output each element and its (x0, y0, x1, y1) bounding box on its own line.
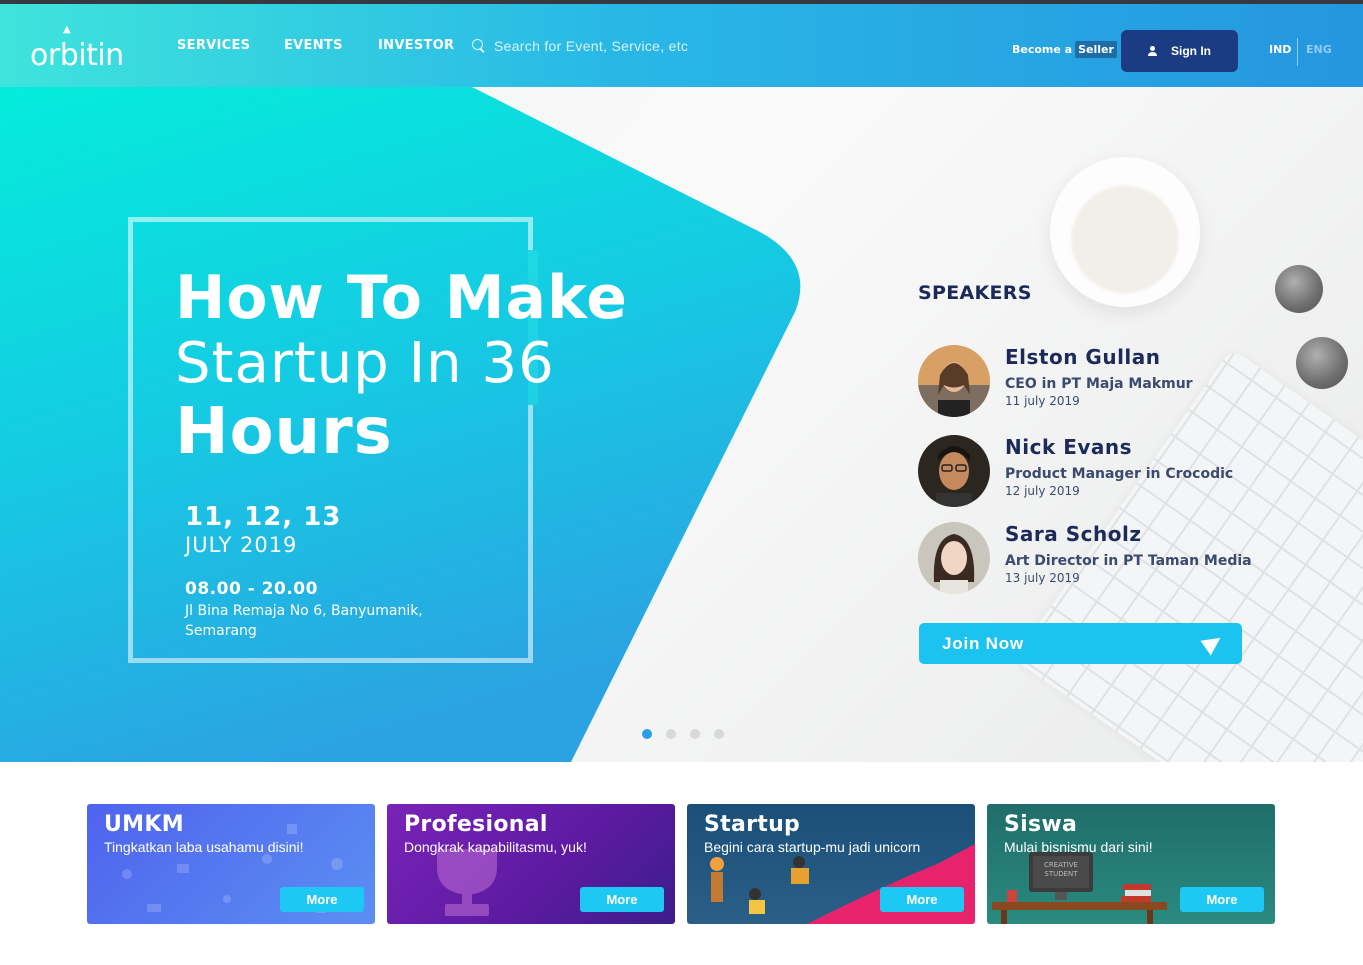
seller-badge: Seller (1075, 41, 1117, 58)
speaker-avatar (918, 345, 990, 417)
search-input[interactable] (494, 38, 834, 54)
card-title: UMKM (104, 812, 184, 837)
join-now-label: Join Now (942, 633, 1024, 653)
speaker-role: Product Manager in Crocodic (1005, 466, 1234, 482)
carousel-dot-4[interactable] (714, 729, 724, 739)
speakers-heading: SPEAKERS (918, 282, 1032, 304)
user-icon (1148, 46, 1157, 56)
hero-title-line3: Hours (175, 395, 393, 469)
speaker-date: 11 july 2019 (1005, 394, 1080, 408)
hero-title-line1: How To Make (175, 263, 629, 333)
become-label: Become a (1012, 43, 1073, 56)
carousel-dots (642, 729, 724, 739)
more-button[interactable]: More (580, 887, 664, 912)
card-subtitle: Begini cara startup-mu jadi unicorn (704, 839, 921, 855)
speaker-role: CEO in PT Maja Makmur (1005, 376, 1193, 392)
carousel-dot-1[interactable] (642, 729, 652, 739)
card-subtitle: Mulai bisnismu dari sini! (1004, 839, 1153, 855)
more-button[interactable]: More (1180, 887, 1264, 912)
more-button[interactable]: More (880, 887, 964, 912)
orbitin-logo[interactable]: ▲ orbitin (30, 24, 140, 73)
become-seller-link[interactable]: Become a Seller (1012, 41, 1117, 58)
lang-eng[interactable]: ENG (1306, 43, 1332, 56)
carousel-dot-2[interactable] (666, 729, 676, 739)
category-card-siswa[interactable]: CREATIVE STUDENT Siswa Mulai bisnismu da… (987, 804, 1275, 924)
sign-in-label: Sign In (1171, 44, 1211, 58)
card-subtitle: Dongkrak kapabilitasmu, yuk! (404, 839, 587, 855)
card-subtitle: Tingkatkan laba usahamu disini! (104, 839, 304, 855)
lang-divider (1297, 38, 1298, 66)
nav-services[interactable]: SERVICES (177, 38, 250, 53)
speaker-avatar (918, 522, 990, 594)
speaker-name: Elston Gullan (1005, 345, 1161, 369)
speaker-date: 13 july 2019 (1005, 571, 1080, 585)
site-header: ▲ orbitin SERVICES EVENTS INVESTOR Becom… (0, 4, 1363, 87)
sign-in-button[interactable]: Sign In (1121, 30, 1238, 72)
rocket-icon: ▲ (63, 24, 71, 35)
card-title: Profesional (404, 812, 548, 837)
more-button[interactable]: More (280, 887, 364, 912)
speaker-name: Nick Evans (1005, 435, 1133, 459)
category-card-startup[interactable]: Startup Begini cara startup-mu jadi unic… (687, 804, 975, 924)
carousel-dot-3[interactable] (690, 729, 700, 739)
event-dates: 11, 12, 13 (185, 502, 342, 532)
hero-title-line2: Startup In 36 (175, 331, 555, 396)
monitor-text: CREATIVE STUDENT (1044, 861, 1078, 878)
card-title: Startup (704, 812, 801, 837)
search-bar (472, 34, 852, 58)
event-time: 08.00 - 20.00 (185, 579, 318, 599)
speaker-date: 12 july 2019 (1005, 484, 1080, 498)
category-card-profesional[interactable]: Profesional Dongkrak kapabilitasmu, yuk!… (387, 804, 675, 924)
category-card-umkm[interactable]: UMKM Tingkatkan laba usahamu disini! Mor… (87, 804, 375, 924)
speaker-role: Art Director in PT Taman Media (1005, 553, 1252, 569)
lang-ind[interactable]: IND (1269, 43, 1291, 56)
join-now-button[interactable]: Join Now (919, 623, 1242, 664)
speaker-avatar (918, 435, 990, 507)
speaker-name: Sara Scholz (1005, 522, 1142, 546)
event-address: Jl Bina Remaja No 6, Banyumanik, Semaran… (185, 603, 423, 639)
card-title: Siswa (1004, 812, 1078, 837)
event-month: JULY 2019 (185, 533, 298, 557)
nav-investor[interactable]: INVESTOR (378, 38, 454, 53)
send-icon (1200, 630, 1226, 656)
nav-events[interactable]: EVENTS (284, 38, 343, 53)
hero-banner: How To Make Startup In 36 Hours 11, 12, … (0, 87, 1363, 762)
search-icon[interactable] (472, 39, 486, 53)
